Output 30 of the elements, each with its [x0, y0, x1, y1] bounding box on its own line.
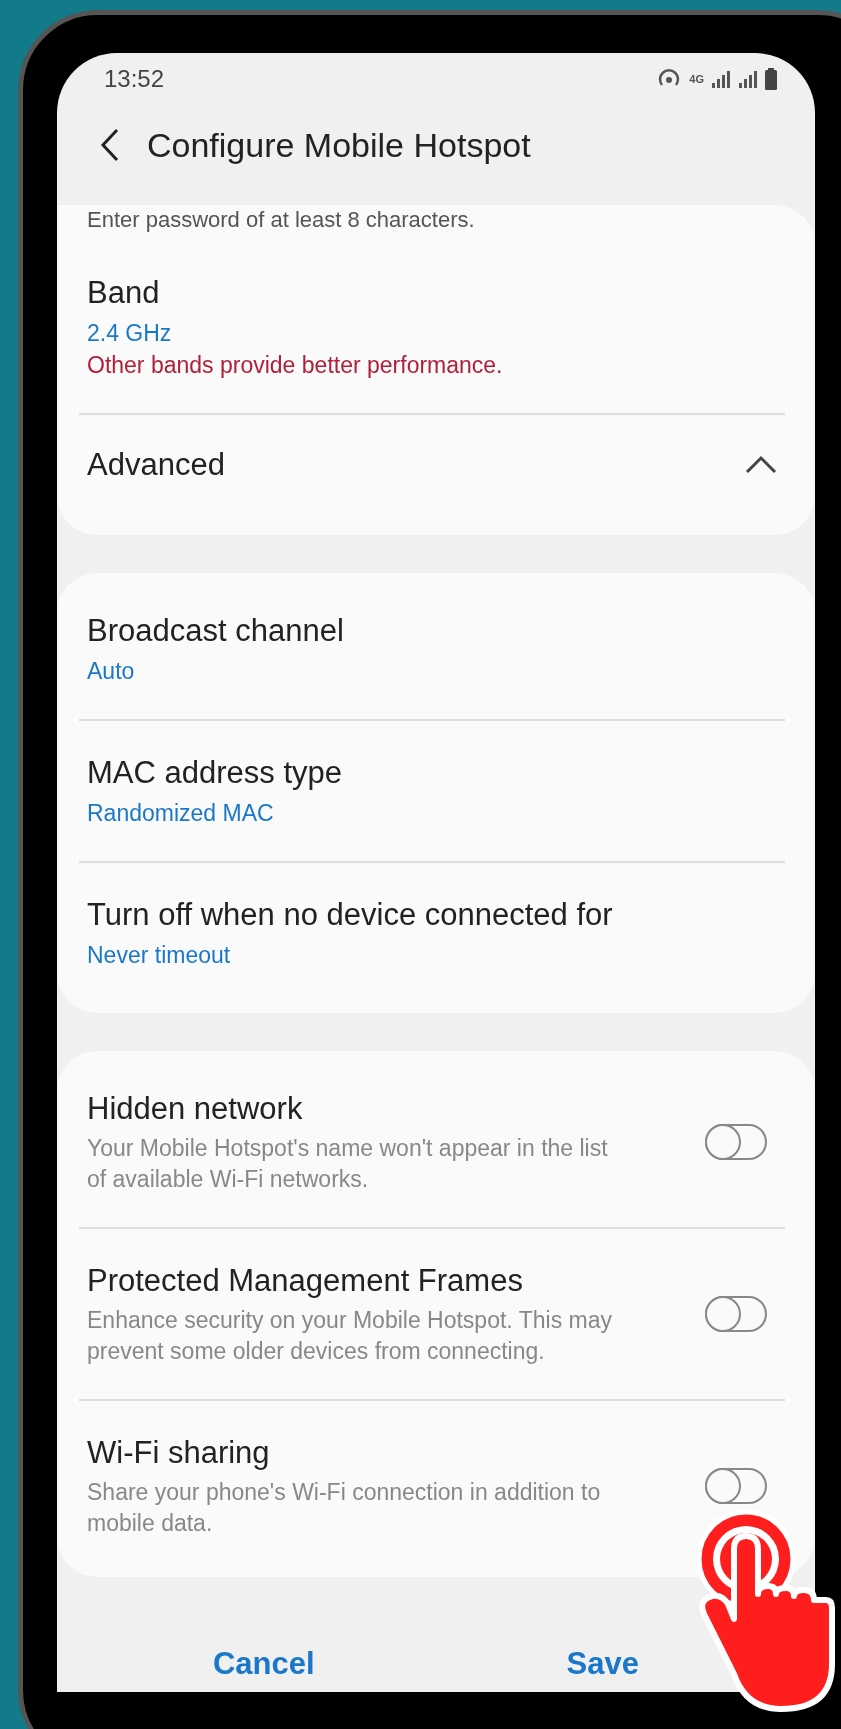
section-title[interactable]: Advanced — [87, 445, 225, 485]
action-button[interactable]: Save — [566, 1638, 639, 1690]
signal-icon — [711, 70, 731, 88]
setting-value: Auto — [87, 657, 136, 686]
setting-title[interactable]: MAC address type — [87, 753, 777, 793]
status-time: 13:52 — [104, 65, 165, 93]
setting-value: 2.4 GHz — [87, 319, 173, 348]
setting-title: Protected Management Frames — [87, 1262, 524, 1300]
setting-description: Enhance security on your Mobile Hotspot. This may prevent some older devices from connecting. — [87, 1306, 613, 1366]
setting-description: Share your phone's Wi-Fi connection in addition to mobile data. — [87, 1478, 602, 1538]
toggle-switch[interactable] — [705, 1468, 767, 1504]
signal-icon — [738, 70, 758, 88]
network-type-label: 4G — [689, 73, 704, 85]
password-hint: Enter password of at least 8 characters. — [86, 206, 476, 234]
toggle-switch[interactable] — [705, 1296, 767, 1332]
setting-title: Hidden network — [87, 1090, 304, 1128]
battery-icon — [765, 68, 777, 90]
setting-title[interactable]: Turn off when no device connected for — [87, 895, 777, 935]
action-button[interactable]: Cancel — [212, 1638, 315, 1690]
setting-value: Randomized MAC — [87, 799, 275, 828]
chevron-icon[interactable] — [745, 455, 777, 475]
page-title: Configure Mobile Hotspot — [147, 125, 531, 165]
setting-value: Never timeout — [87, 941, 232, 970]
setting-title[interactable]: Band — [87, 273, 777, 313]
toggle-switch[interactable] — [705, 1124, 767, 1160]
back-icon[interactable] — [99, 127, 121, 163]
setting-title[interactable]: Broadcast channel — [87, 611, 777, 651]
setting-description: Your Mobile Hotspot's name won't appear in the list of available Wi-Fi networks. — [87, 1134, 609, 1194]
warning-text: Other bands provide better performance. — [87, 351, 504, 380]
setting-title: Wi-Fi sharing — [87, 1434, 271, 1472]
